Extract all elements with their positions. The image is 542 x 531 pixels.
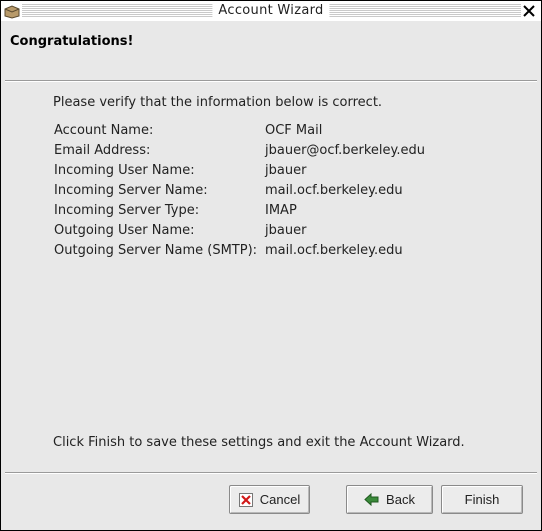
info-value: IMAP [265, 203, 297, 218]
cancel-x-icon [238, 492, 253, 507]
info-value: jbauer [265, 163, 307, 178]
info-value: mail.ocf.berkeley.edu [265, 183, 403, 198]
info-row-outgoing-user-name: Outgoing User Name: jbauer [54, 223, 474, 243]
info-row-outgoing-server-name: Outgoing Server Name (SMTP): mail.ocf.be… [54, 243, 474, 263]
info-label: Outgoing Server Name (SMTP): [54, 243, 258, 258]
cancel-button-label: Cancel [259, 492, 301, 507]
title-bar[interactable]: Account Wizard [1, 1, 541, 21]
page-title: Congratulations! [10, 34, 134, 49]
info-value: OCF Mail [265, 123, 323, 138]
info-label: Incoming User Name: [54, 163, 195, 178]
finish-button-label: Finish [464, 492, 500, 507]
info-label: Outgoing User Name: [54, 223, 195, 238]
finish-button[interactable]: Finish [441, 485, 523, 514]
info-value: mail.ocf.berkeley.edu [265, 243, 403, 258]
close-icon [523, 5, 535, 17]
close-button[interactable] [521, 3, 537, 19]
info-row-email-address: Email Address: jbauer@ocf.berkeley.edu [54, 143, 474, 163]
info-label: Incoming Server Type: [54, 203, 200, 218]
back-arrow-icon [364, 493, 379, 506]
header-separator [5, 80, 537, 82]
app-icon[interactable] [4, 4, 20, 19]
window-title: Account Wizard [212, 3, 330, 18]
wizard-header: Congratulations! [1, 22, 541, 80]
account-info-table: Account Name: OCF Mail Email Address: jb… [54, 123, 474, 263]
back-button[interactable]: Back [346, 485, 433, 514]
finish-instructions-text: Click Finish to save these settings and … [53, 435, 465, 450]
intro-text: Please verify that the information below… [53, 95, 383, 110]
footer-separator [5, 472, 537, 474]
info-row-account-name: Account Name: OCF Mail [54, 123, 474, 143]
info-row-incoming-server-name: Incoming Server Name: mail.ocf.berkeley.… [54, 183, 474, 203]
info-label: Email Address: [54, 143, 151, 158]
back-button-label: Back [386, 492, 415, 507]
cancel-button[interactable]: Cancel [229, 485, 310, 514]
info-label: Incoming Server Name: [54, 183, 208, 198]
info-row-incoming-server-type: Incoming Server Type: IMAP [54, 203, 474, 223]
info-label: Account Name: [54, 123, 154, 138]
info-value: jbauer@ocf.berkeley.edu [265, 143, 426, 158]
info-value: jbauer [265, 223, 307, 238]
account-wizard-window: Account Wizard Congratulations! Please v… [0, 0, 542, 531]
info-row-incoming-user-name: Incoming User Name: jbauer [54, 163, 474, 183]
